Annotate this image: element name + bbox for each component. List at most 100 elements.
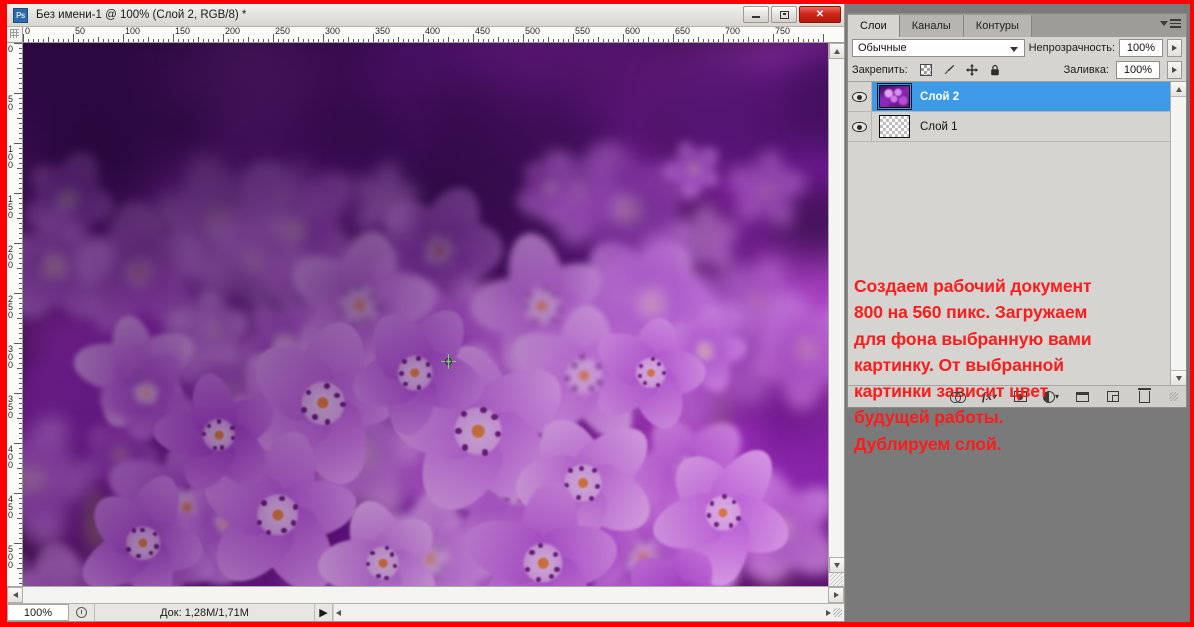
status-resize-grip[interactable] (833, 608, 842, 617)
ruler-label: 400 (425, 27, 441, 36)
layers-scroll-track[interactable] (1171, 97, 1186, 370)
checkerboard-icon (919, 64, 932, 76)
layers-scroll-up-button[interactable] (1171, 82, 1186, 97)
flower (346, 298, 491, 439)
ruler-label: 650 (675, 27, 691, 36)
layer-visibility-toggle[interactable] (848, 82, 872, 111)
panel-tab-bar: Слои Каналы Контуры (848, 14, 1186, 37)
ruler-label: 150 (175, 27, 191, 36)
photoshop-app-icon: Ps (13, 7, 28, 23)
ruler-label: 300 (325, 27, 341, 36)
layers-list: Слой 2 Слой 1 Создаем рабочий документ 8… (848, 81, 1186, 454)
panel-menu-icon[interactable] (1160, 19, 1181, 28)
tab-channels[interactable]: Каналы (899, 15, 964, 37)
document-titlebar[interactable]: Ps Без имени-1 @ 100% (Слой 2, RGB/8) * … (7, 4, 844, 27)
canvas-horizontal-scrollbar[interactable] (7, 586, 844, 603)
document-size-status[interactable]: Док: 1,28M/1,71M (95, 604, 315, 621)
ruler-label: 200 (8, 244, 14, 270)
ruler-label: 600 (625, 27, 641, 36)
status-arrow-right-icon (826, 609, 831, 616)
add-mask-icon[interactable] (1012, 389, 1028, 405)
lock-position-button[interactable] (965, 63, 979, 77)
fill-stepper[interactable] (1167, 61, 1182, 79)
note-line: Создаем рабочий документ (854, 276, 1092, 296)
opacity-stepper[interactable] (1167, 39, 1182, 57)
tab-layers[interactable]: Слои (848, 15, 900, 37)
lock-transparency-button[interactable] (919, 63, 933, 77)
flower (588, 313, 707, 436)
note-line: будущей работы. (854, 407, 1004, 428)
crosshair-cursor (441, 354, 456, 369)
arrow-left-icon (12, 592, 18, 598)
fill-input[interactable]: 100% (1116, 61, 1160, 79)
link-layers-icon[interactable] (950, 389, 966, 405)
layer-name[interactable]: Слой 2 (916, 91, 959, 103)
fill-label: Заливка: (1063, 64, 1109, 76)
blend-mode-select[interactable]: Обычные (852, 39, 1025, 57)
lock-all-button[interactable] (988, 63, 1002, 77)
vertical-scroll-track[interactable] (829, 59, 844, 557)
ruler-label: 150 (8, 194, 14, 220)
ruler-corner[interactable] (7, 27, 23, 43)
layer-row[interactable]: Слой 1 (848, 112, 1170, 142)
vertical-ruler[interactable]: 050100150200250300350400450500550 (7, 43, 23, 586)
image-canvas[interactable] (23, 43, 828, 586)
layers-rows: Слой 2 Слой 1 Создаем рабочий документ 8… (848, 82, 1170, 454)
arrow-up-icon (1175, 86, 1182, 92)
layers-scroll-down-button[interactable] (1171, 370, 1186, 385)
note-line: картинку. От выбранной (854, 354, 1064, 375)
layer-thumbnail-cell[interactable] (872, 83, 916, 110)
resize-grip[interactable] (830, 573, 843, 586)
close-button[interactable]: ✕ (799, 6, 841, 23)
blend-mode-value: Обычные (858, 42, 907, 54)
flower (668, 203, 742, 276)
status-arrow-left-icon (336, 609, 341, 616)
status-clock-cell (69, 604, 95, 621)
opacity-input[interactable]: 100% (1119, 39, 1163, 57)
layer-name[interactable]: Слой 1 (916, 121, 958, 133)
layer-style-fx-icon[interactable]: fx ▾ (981, 389, 997, 405)
flower (72, 468, 207, 586)
tab-paths[interactable]: Контуры (963, 15, 1032, 37)
eye-icon (852, 121, 867, 132)
zoom-level-field[interactable]: 100% (7, 604, 69, 621)
layer-thumbnail (878, 115, 910, 138)
scroll-right-button[interactable] (828, 587, 844, 603)
ruler-label: 100 (125, 27, 141, 36)
chevron-right-icon (1172, 45, 1177, 51)
ruler-label: 250 (275, 27, 291, 36)
layer-thumbnail-cell[interactable] (872, 115, 916, 138)
horizontal-scroll-track[interactable] (23, 587, 828, 603)
new-group-icon[interactable] (1074, 389, 1090, 405)
lock-icon (990, 64, 999, 76)
ruler-label: 750 (775, 27, 791, 36)
lock-image-button[interactable] (942, 63, 956, 77)
delete-layer-icon[interactable] (1136, 387, 1152, 405)
status-extra-area[interactable] (333, 604, 844, 621)
instruction-note: Создаем рабочий документ 800 на 560 пикс… (850, 270, 1152, 457)
restore-icon (779, 10, 789, 19)
minimize-button[interactable] (743, 6, 769, 23)
arrow-down-icon (1175, 375, 1182, 381)
ruler-label: 700 (725, 27, 741, 36)
chevron-down-icon (1160, 20, 1168, 26)
note-line: 800 на 560 пикс. Загружаем (854, 302, 1088, 323)
blend-mode-row: Обычные Непрозрачность: 100% (848, 37, 1186, 59)
flower (662, 138, 724, 201)
canvas-vertical-scrollbar[interactable] (828, 43, 844, 586)
scroll-down-button[interactable] (829, 557, 844, 573)
layers-scrollbar[interactable] (1170, 82, 1186, 385)
scroll-left-button[interactable] (7, 587, 23, 603)
layer-row[interactable]: Слой 2 (848, 82, 1170, 112)
brush-icon (944, 64, 955, 75)
panel-resize-grip[interactable] (1169, 392, 1178, 401)
new-layer-icon[interactable] (1105, 389, 1121, 405)
restore-button[interactable] (771, 6, 797, 23)
adjustment-layer-icon[interactable]: ▾ (1043, 389, 1059, 405)
horizontal-ruler[interactable]: 0 50 100 150 200 250 300 350 400 450 500 550 600 650 7… (23, 27, 844, 43)
flower (151, 370, 284, 498)
scroll-up-button[interactable] (829, 43, 844, 59)
layer-visibility-toggle[interactable] (848, 112, 872, 141)
status-more-button[interactable]: ▶ (315, 604, 333, 621)
ruler-label: 300 (8, 344, 14, 370)
